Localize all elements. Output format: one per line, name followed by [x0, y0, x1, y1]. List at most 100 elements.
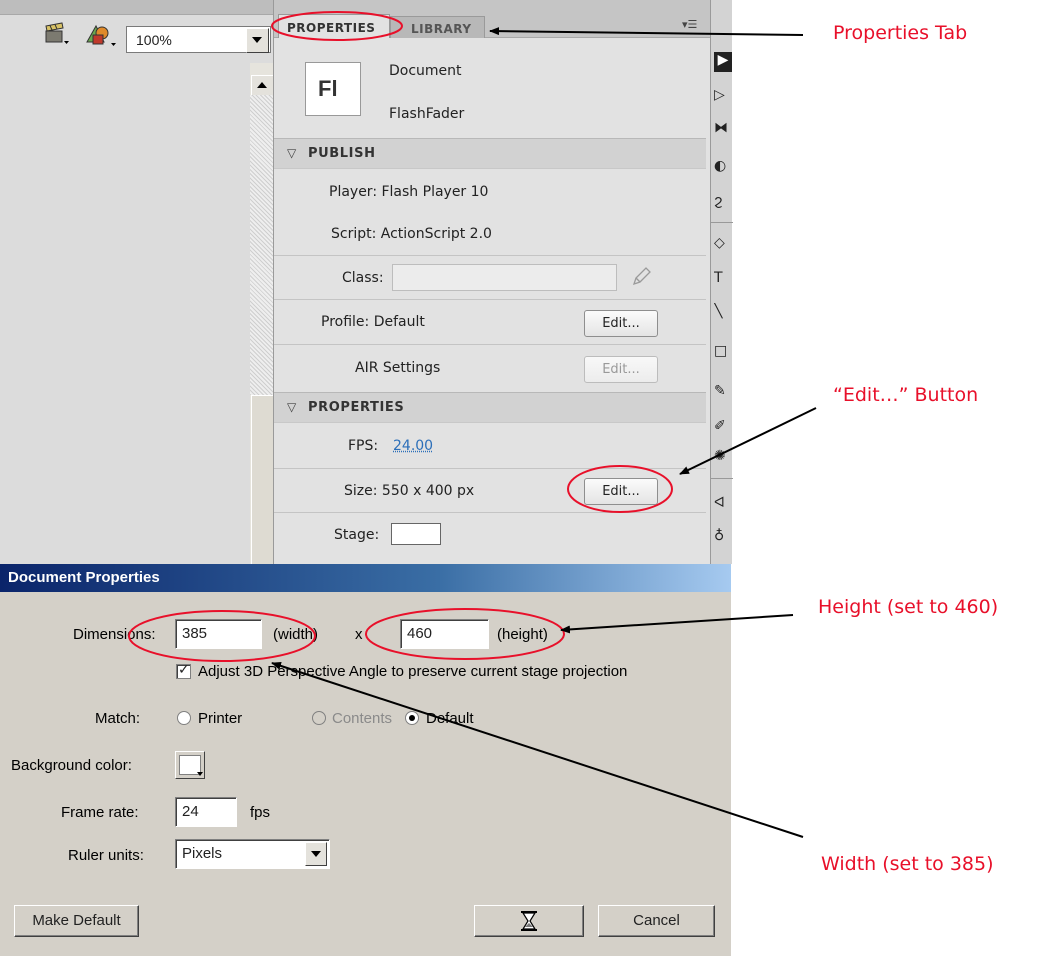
ruler-units-label: Ruler units:	[68, 847, 144, 864]
document-file-icon: Fl	[305, 62, 361, 116]
scroll-track[interactable]	[250, 95, 273, 395]
selection-tool-icon[interactable]: ▶	[714, 52, 732, 72]
adjust-3d-label: Adjust 3D Perspective Angle to preserve …	[198, 663, 628, 680]
match-label: Match:	[95, 710, 141, 727]
stage-panel: 100%	[0, 0, 274, 566]
stage-label: Stage:	[334, 527, 380, 543]
pencil-icon[interactable]	[629, 265, 653, 289]
text-tool-icon[interactable]: T	[714, 270, 732, 290]
match-default-label: Default	[426, 710, 474, 727]
edit-scene-icon[interactable]	[44, 22, 70, 46]
profile-edit-button[interactable]: Edit...	[584, 310, 658, 337]
stage-top-bar	[0, 0, 273, 15]
chevron-down-icon[interactable]	[246, 28, 269, 53]
rectangle-tool-icon[interactable]: □	[714, 343, 732, 363]
divider	[711, 478, 733, 479]
brush-tool-icon[interactable]: ✐	[714, 418, 732, 438]
publish-section-label: PUBLISH	[308, 146, 376, 161]
divider	[274, 512, 706, 513]
height-input[interactable]: 460	[400, 619, 489, 649]
stage-vertical-scrollbar[interactable]	[250, 63, 274, 566]
frame-rate-value: 24	[182, 803, 199, 820]
stage-color-swatch[interactable]	[391, 523, 441, 545]
collapse-triangle-icon: ▽	[287, 400, 297, 414]
air-settings-edit-button[interactable]: Edit...	[584, 356, 658, 383]
dimension-times-label: x	[355, 626, 363, 643]
edit-button-annotation: “Edit…” Button	[833, 384, 979, 406]
line-tool-icon[interactable]: ╲	[714, 303, 732, 323]
publish-section-header[interactable]: ▽ PUBLISH	[274, 138, 706, 169]
checkmark-icon: ✓	[178, 662, 190, 678]
frame-rate-label: Frame rate:	[61, 804, 139, 821]
adjust-3d-checkbox[interactable]: ✓	[176, 662, 191, 679]
hourglass-icon	[521, 911, 537, 931]
script-setting: Script: ActionScript 2.0	[331, 226, 492, 242]
stage-canvas[interactable]	[0, 63, 250, 564]
height-input-value: 460	[407, 625, 433, 642]
divider	[274, 255, 706, 256]
subselection-tool-icon[interactable]: ▷	[714, 87, 732, 107]
properties-panel: LIBRARY PROPERTIES ▾☰ Fl Document FlashF…	[273, 0, 711, 564]
fps-value[interactable]: 24.00	[393, 438, 433, 454]
paint-bucket-tool-icon[interactable]: ♁	[714, 528, 732, 548]
3d-rotation-tool-icon[interactable]: ◐	[714, 158, 732, 178]
width-unit-label: (width)	[273, 626, 319, 643]
match-contents-radio[interactable]	[312, 711, 326, 725]
class-label: Class:	[342, 270, 384, 286]
properties-tab-annotation: Properties Tab	[833, 22, 968, 44]
make-default-button[interactable]: Make Default	[14, 905, 139, 937]
properties-section-header[interactable]: ▽ PROPERTIES	[274, 392, 706, 423]
scroll-up-icon[interactable]	[251, 75, 274, 97]
properties-section-label: PROPERTIES	[308, 400, 405, 415]
frame-rate-input[interactable]: 24	[175, 797, 237, 827]
stage-toolbar: 100%	[0, 15, 273, 63]
divider	[274, 344, 706, 345]
dialog-title: Document Properties	[8, 569, 160, 586]
ruler-units-select[interactable]: Pixels	[175, 839, 330, 869]
lasso-tool-icon[interactable]: ϩ	[714, 193, 732, 213]
width-input-value: 385	[182, 625, 208, 642]
player-setting: Player: Flash Player 10	[329, 184, 489, 200]
document-properties-dialog: Document Properties Dimensions: 385 (wid…	[0, 564, 731, 956]
radio-selected-dot	[409, 715, 415, 721]
divider	[274, 299, 706, 300]
fps-unit-label: fps	[250, 804, 271, 821]
tab-properties[interactable]: PROPERTIES	[278, 14, 390, 38]
collapse-triangle-icon: ▽	[287, 146, 297, 160]
height-annotation: Height (set to 460)	[818, 596, 999, 618]
ok-button[interactable]	[474, 905, 584, 937]
size-edit-button[interactable]: Edit...	[584, 478, 658, 505]
match-contents-label: Contents	[332, 710, 393, 727]
width-input[interactable]: 385	[175, 619, 262, 649]
class-input[interactable]	[392, 264, 617, 291]
zoom-value: 100%	[136, 32, 172, 48]
deco-tool-icon[interactable]: ✺	[714, 448, 732, 468]
bone-tool-icon[interactable]: ᐊ	[714, 495, 732, 515]
background-color-label: Background color:	[11, 757, 132, 774]
chevron-down-icon[interactable]	[305, 842, 327, 866]
tools-strip: ▶ ▷ ⧓ ◐ ϩ ◇ T ╲ □ ✎ ✐ ✺ ᐊ ♁	[710, 0, 733, 564]
tab-library-label: LIBRARY	[411, 22, 472, 36]
background-color-picker[interactable]	[175, 751, 205, 779]
fps-label: FPS:	[348, 438, 379, 454]
profile-setting: Profile: Default	[321, 314, 425, 330]
pen-tool-icon[interactable]: ◇	[714, 235, 732, 255]
ruler-units-value: Pixels	[182, 845, 223, 862]
edit-symbols-icon[interactable]	[84, 22, 118, 48]
panel-menu-icon[interactable]: ▾☰	[682, 18, 697, 31]
cancel-button[interactable]: Cancel	[598, 905, 715, 937]
free-transform-tool-icon[interactable]: ⧓	[714, 120, 732, 140]
pencil-tool-icon[interactable]: ✎	[714, 383, 732, 403]
dialog-title-bar[interactable]: Document Properties	[0, 564, 731, 592]
scroll-thumb[interactable]	[251, 395, 274, 566]
divider	[711, 222, 733, 223]
panel-tab-bar: LIBRARY PROPERTIES ▾☰	[274, 0, 711, 38]
chevron-down-icon	[197, 772, 203, 776]
tab-library[interactable]: LIBRARY	[390, 16, 485, 38]
tab-properties-label: PROPERTIES	[287, 21, 376, 35]
match-default-radio[interactable]	[405, 711, 419, 725]
document-type: Document	[389, 63, 462, 79]
width-annotation: Width (set to 385)	[821, 853, 994, 875]
match-printer-radio[interactable]	[177, 711, 191, 725]
zoom-select[interactable]: 100%	[126, 26, 271, 53]
